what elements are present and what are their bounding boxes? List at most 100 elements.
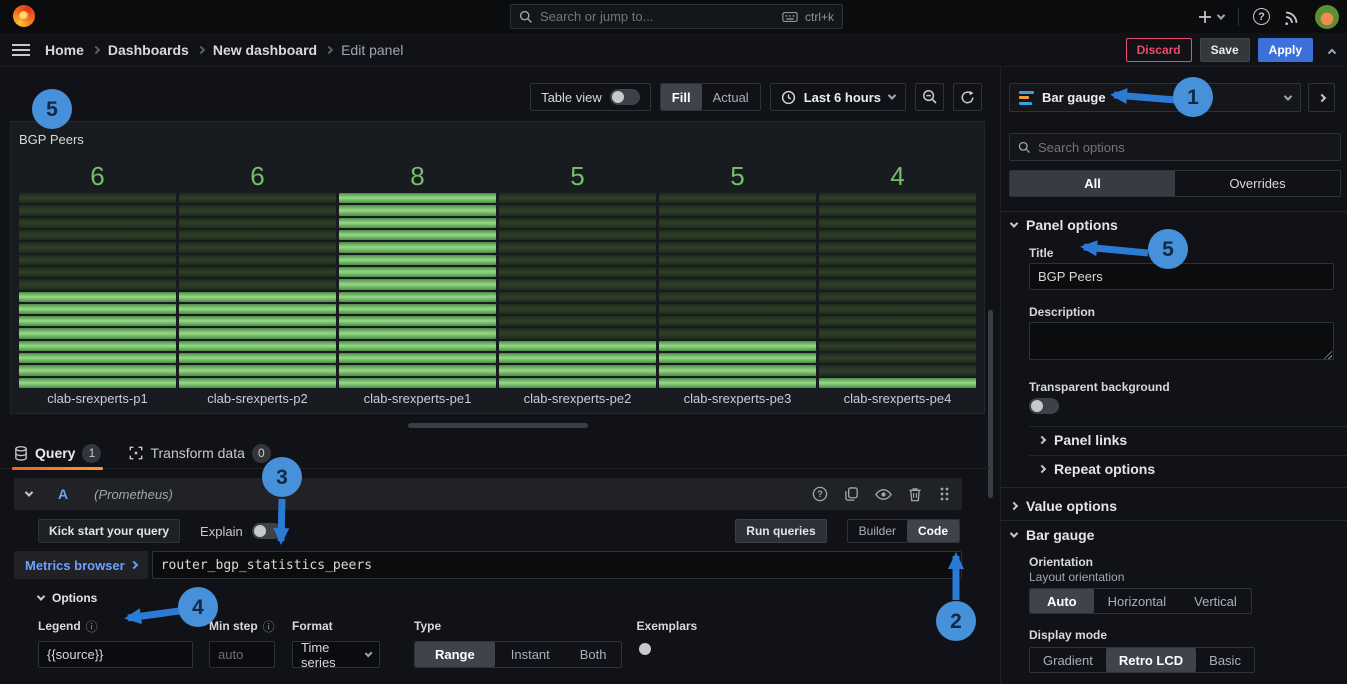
table-view-label: Table view xyxy=(541,90,602,105)
add-menu-button[interactable] xyxy=(1198,10,1224,24)
lcd-cell xyxy=(179,230,336,240)
info-icon[interactable]: ⓘ xyxy=(86,618,98,635)
breadcrumb-dashboards[interactable]: Dashboards xyxy=(108,42,189,58)
lcd-cell xyxy=(819,205,976,215)
builder-option[interactable]: Builder xyxy=(848,520,907,542)
explain-toggle[interactable] xyxy=(252,523,282,539)
metrics-browser-button[interactable]: Metrics browser xyxy=(14,551,148,579)
panel-links-section[interactable]: Panel links xyxy=(1039,432,1127,448)
format-select[interactable]: Time series xyxy=(292,641,380,668)
chevron-right-icon xyxy=(1010,502,1018,510)
zoom-out-button[interactable] xyxy=(915,83,944,111)
panel-options-section[interactable]: Panel options xyxy=(1011,217,1118,233)
keyboard-icon xyxy=(782,11,798,23)
lcd-cell xyxy=(659,316,816,326)
explain-label: Explain xyxy=(200,524,243,539)
help-icon[interactable]: ? xyxy=(1253,8,1270,25)
chevron-down-icon xyxy=(364,649,372,657)
display-gradient-option[interactable]: Gradient xyxy=(1030,648,1106,672)
refresh-button[interactable] xyxy=(953,83,982,111)
type-instant-option[interactable]: Instant xyxy=(495,642,566,667)
bar-gauge-section[interactable]: Bar gauge xyxy=(1011,527,1094,543)
lcd-cell xyxy=(819,218,976,228)
display-basic-option[interactable]: Basic xyxy=(1196,648,1254,672)
description-label: Description xyxy=(1029,305,1095,319)
duplicate-query-icon[interactable] xyxy=(844,486,859,502)
options-search[interactable] xyxy=(1009,133,1341,161)
type-label: Type xyxy=(414,619,441,633)
tab-transform-label: Transform data xyxy=(150,445,244,461)
bar-value: 6 xyxy=(19,164,176,191)
options-search-input[interactable] xyxy=(1038,140,1332,155)
bar-category-label: clab-srexperts-p1 xyxy=(19,388,176,409)
lcd-cell xyxy=(499,205,656,215)
code-option[interactable]: Code xyxy=(907,520,959,542)
tab-all[interactable]: All xyxy=(1010,171,1175,196)
global-search[interactable]: ctrl+k xyxy=(510,4,843,29)
value-options-section[interactable]: Value options xyxy=(1011,498,1117,514)
display-retro-lcd-option[interactable]: Retro LCD xyxy=(1106,648,1196,672)
panel-bgp-peers: BGP Peers 6clab-srexperts-p16clab-srexpe… xyxy=(10,121,985,414)
collapse-chevron-icon[interactable] xyxy=(25,488,33,496)
table-view-toggle[interactable] xyxy=(610,89,640,105)
lcd-cell xyxy=(19,341,176,351)
fill-actual-group: Fill Actual xyxy=(660,83,761,111)
menu-icon[interactable] xyxy=(12,44,30,56)
transparent-background-toggle[interactable] xyxy=(1029,398,1059,414)
collapse-chevron-up-icon[interactable] xyxy=(1328,49,1336,57)
discard-button[interactable]: Discard xyxy=(1126,38,1192,62)
bar-value: 6 xyxy=(179,164,336,191)
lcd-cell xyxy=(819,230,976,240)
breadcrumb-new-dashboard[interactable]: New dashboard xyxy=(213,42,317,58)
description-textarea[interactable] xyxy=(1029,322,1334,360)
tab-query[interactable]: Query 1 xyxy=(14,438,101,469)
kick-start-query-button[interactable]: Kick start your query xyxy=(38,519,180,543)
options-section-header[interactable]: Options xyxy=(38,591,962,605)
type-both-option[interactable]: Both xyxy=(566,642,621,667)
chevron-right-icon xyxy=(1038,436,1046,444)
orientation-horizontal-option[interactable]: Horizontal xyxy=(1094,589,1181,613)
value-options-header: Value options xyxy=(1026,498,1117,514)
horizontal-scrollbar[interactable] xyxy=(408,423,588,428)
lcd-cell xyxy=(659,242,816,252)
apply-button[interactable]: Apply xyxy=(1258,38,1313,62)
breadcrumb-bar: Home Dashboards New dashboard Edit panel… xyxy=(0,33,1347,67)
expand-options-button[interactable] xyxy=(1308,83,1335,112)
news-rss-icon[interactable] xyxy=(1284,8,1301,25)
save-button[interactable]: Save xyxy=(1200,38,1250,62)
orientation-vertical-option[interactable]: Vertical xyxy=(1180,589,1251,613)
info-icon[interactable]: ⓘ xyxy=(263,618,275,635)
tab-overrides[interactable]: Overrides xyxy=(1175,171,1340,196)
fill-option[interactable]: Fill xyxy=(661,84,702,110)
search-input[interactable] xyxy=(540,9,775,24)
query-row-header[interactable]: A (Prometheus) ? xyxy=(14,478,962,510)
collapse-chevron-icon xyxy=(1010,529,1018,537)
run-queries-button[interactable]: Run queries xyxy=(735,519,826,543)
orientation-auto-option[interactable]: Auto xyxy=(1030,589,1094,613)
type-range-option[interactable]: Range xyxy=(415,642,495,667)
lcd-cell xyxy=(339,316,496,326)
toggle-visibility-icon[interactable] xyxy=(875,488,892,501)
time-range-picker[interactable]: Last 6 hours xyxy=(770,83,906,111)
actual-option[interactable]: Actual xyxy=(702,84,760,110)
grafana-logo-icon[interactable] xyxy=(13,5,35,27)
tab-transform-data[interactable]: Transform data 0 xyxy=(129,438,270,469)
repeat-options-section[interactable]: Repeat options xyxy=(1039,461,1155,477)
bar-gauge-column: 5clab-srexperts-pe3 xyxy=(659,164,816,409)
legend-input[interactable] xyxy=(38,641,193,668)
chevron-right-icon xyxy=(129,561,137,569)
vertical-scrollbar[interactable] xyxy=(988,310,993,498)
visualization-picker[interactable]: Bar gauge xyxy=(1009,83,1301,112)
refresh-icon xyxy=(960,90,975,105)
lcd-cell xyxy=(659,365,816,375)
drag-handle-icon[interactable] xyxy=(938,486,950,502)
lcd-cell xyxy=(659,205,816,215)
min-step-input[interactable] xyxy=(209,641,275,668)
avatar[interactable] xyxy=(1315,5,1339,29)
breadcrumb-home[interactable]: Home xyxy=(45,42,84,58)
delete-query-icon[interactable] xyxy=(908,487,922,502)
panel-title-input[interactable] xyxy=(1029,263,1334,290)
query-expression-input[interactable] xyxy=(152,551,962,579)
query-help-icon[interactable]: ? xyxy=(812,486,828,502)
lcd-cell xyxy=(179,193,336,203)
